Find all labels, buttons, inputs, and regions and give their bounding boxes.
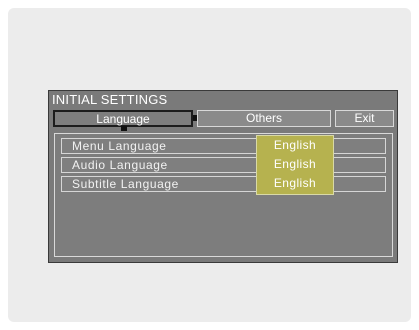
audio-language-value[interactable]: English [257, 155, 333, 174]
tab-exit[interactable]: Exit [335, 110, 394, 127]
tab-language[interactable]: Language [53, 110, 193, 127]
tab-others[interactable]: Others [197, 110, 331, 127]
tab-bar: Language Others Exit [49, 108, 397, 131]
audio-language-row[interactable]: Audio Language [61, 157, 386, 173]
menu-language-label: Menu Language [72, 139, 167, 153]
screen-background: INITIAL SETTINGS Language Others Exit Me… [8, 8, 411, 322]
selected-tab-indicator-icon [121, 126, 127, 131]
audio-language-label: Audio Language [72, 158, 168, 172]
subtitle-language-row[interactable]: Subtitle Language [61, 176, 386, 192]
menu-language-row[interactable]: Menu Language [61, 138, 386, 154]
window-title: INITIAL SETTINGS [52, 92, 168, 107]
language-settings-panel: Menu Language Audio Language Subtitle La… [54, 133, 393, 257]
menu-language-value[interactable]: English [257, 136, 333, 155]
subtitle-language-value[interactable]: English [257, 174, 333, 193]
initial-settings-window: INITIAL SETTINGS Language Others Exit Me… [48, 90, 398, 263]
language-value-highlight: English English English [256, 135, 334, 195]
subtitle-language-label: Subtitle Language [72, 177, 179, 191]
